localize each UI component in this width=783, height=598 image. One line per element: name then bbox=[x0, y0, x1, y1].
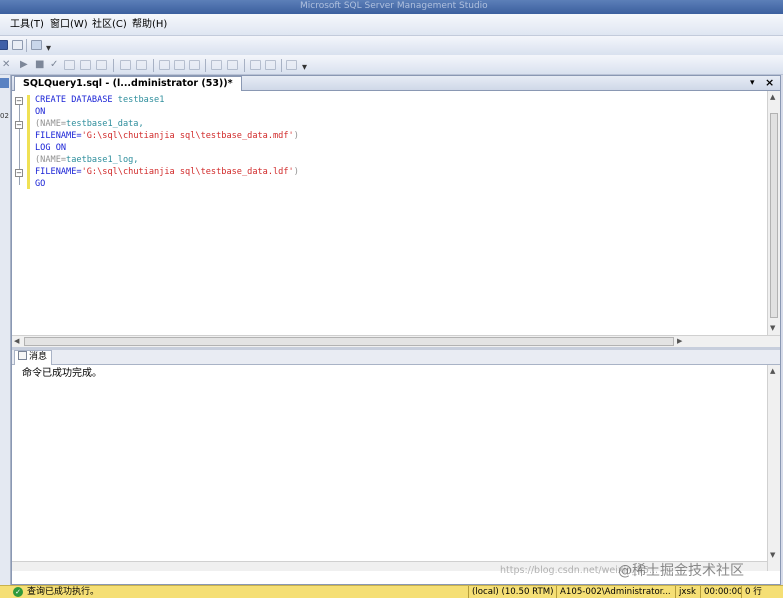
change-marker bbox=[27, 95, 30, 189]
standard-toolbar: ▾ bbox=[0, 36, 783, 55]
result-message: 命令已成功完成。 bbox=[22, 368, 102, 379]
menu-tools[interactable]: 工具(T) bbox=[10, 18, 44, 32]
cancel-query-icon[interactable]: ✕ bbox=[2, 59, 10, 71]
stop-icon[interactable]: ■ bbox=[35, 59, 44, 71]
scroll-up-icon[interactable]: ▲ bbox=[770, 367, 775, 375]
messages-vertical-scrollbar[interactable]: ▲ ▼ bbox=[767, 365, 780, 571]
scrollbar-thumb[interactable] bbox=[770, 113, 778, 318]
save-icon[interactable] bbox=[0, 40, 8, 50]
tab-dropdown-icon[interactable]: ▾ bbox=[750, 77, 755, 89]
code-line: (NAME=taetbase1_log, bbox=[35, 154, 138, 166]
status-rows: 0 行 bbox=[741, 586, 762, 598]
scrollbar-thumb[interactable] bbox=[24, 337, 674, 346]
code-token: GO bbox=[35, 179, 46, 189]
activity-monitor-icon[interactable] bbox=[31, 40, 42, 50]
code-line: GO bbox=[35, 178, 45, 190]
menu-bar: 工具(T) 窗口(W) 社区(C) 帮助(H) bbox=[0, 14, 783, 36]
toolbar-separator bbox=[205, 59, 206, 72]
code-token: taetbase1_log, bbox=[66, 155, 139, 165]
object-explorer-edge: 02 bbox=[0, 75, 11, 585]
menu-window[interactable]: 窗口(W) bbox=[50, 18, 88, 32]
tab-messages[interactable]: 消息 bbox=[14, 350, 53, 365]
code-token: FILENAME= bbox=[35, 131, 82, 141]
code-token: testbase1_data, bbox=[66, 119, 144, 129]
code-token: ON bbox=[35, 107, 46, 117]
fold-toggle-icon[interactable]: − bbox=[15, 97, 23, 105]
code-token: ) bbox=[293, 167, 299, 177]
status-server: (local) (10.50 RTM) bbox=[468, 586, 554, 598]
code-line: ON bbox=[35, 106, 45, 118]
comment-icon[interactable] bbox=[227, 60, 238, 70]
results-to-grid-icon[interactable] bbox=[189, 60, 200, 70]
watermark-brand: @稀土掘金技术社区 bbox=[618, 563, 744, 579]
status-bar: ✓ 查询已成功执行。 (local) (10.50 RTM) A105-002\… bbox=[0, 585, 783, 598]
fold-toggle-icon[interactable]: − bbox=[15, 121, 23, 129]
menu-help[interactable]: 帮助(H) bbox=[132, 18, 167, 32]
execute-icon[interactable]: ▶ bbox=[20, 59, 28, 71]
messages-icon bbox=[18, 351, 27, 360]
code-token: testbase1 bbox=[117, 95, 165, 105]
save-all-icon[interactable] bbox=[12, 40, 23, 50]
object-explorer-tab-marker[interactable] bbox=[0, 78, 9, 88]
status-database: jxsk bbox=[675, 586, 696, 598]
code-token: FILENAME= bbox=[35, 167, 82, 177]
code-line: (NAME=testbase1_data, bbox=[35, 118, 144, 130]
increase-indent-icon[interactable] bbox=[265, 60, 276, 70]
editor-vertical-scrollbar[interactable]: ▲ ▼ bbox=[767, 91, 780, 335]
results-option-icon[interactable] bbox=[64, 60, 75, 70]
toolbar-separator bbox=[281, 59, 282, 72]
editor-horizontal-scrollbar[interactable]: ◀ ▶ bbox=[12, 335, 780, 347]
code-line: FILENAME='G:\sql\chutianjia sql\testbase… bbox=[35, 130, 299, 142]
decrease-indent-icon[interactable] bbox=[250, 60, 261, 70]
tab-messages-label: 消息 bbox=[29, 352, 48, 362]
results-to-text-icon[interactable] bbox=[174, 60, 185, 70]
scroll-left-icon[interactable]: ◀ bbox=[14, 337, 19, 346]
intellisense-icon[interactable] bbox=[120, 60, 131, 70]
tab-sqlquery1[interactable]: SQLQuery1.sql - (l...dministrator (53))* bbox=[14, 76, 242, 91]
scroll-down-icon[interactable]: ▼ bbox=[770, 551, 775, 559]
estimated-plan-icon[interactable] bbox=[80, 60, 91, 70]
sql-editor[interactable]: − − − CREATE DATABASE testbase1 ON (NAME=t… bbox=[12, 91, 767, 335]
code-token: LOG ON bbox=[35, 143, 67, 153]
close-tab-icon[interactable]: × bbox=[765, 76, 774, 89]
sql-editor-toolbar: ✕ ▶ ■ ✓ ▾ bbox=[0, 55, 783, 75]
toolbar-separator bbox=[26, 39, 27, 52]
status-message: 查询已成功执行。 bbox=[27, 587, 100, 597]
status-elapsed: 00:00:00 bbox=[700, 586, 743, 598]
code-line: CREATE DATABASE testbase1 bbox=[35, 94, 164, 106]
specify-values-icon[interactable] bbox=[286, 60, 297, 70]
fold-toggle-icon[interactable]: − bbox=[15, 169, 23, 177]
toolbar-separator bbox=[244, 59, 245, 72]
object-explorer-clipped-text: 02 bbox=[0, 112, 9, 120]
client-statistics-icon[interactable] bbox=[159, 60, 170, 70]
toolbar-separator bbox=[113, 59, 114, 72]
document-tab-strip: SQLQuery1.sql - (l...dministrator (53))*… bbox=[12, 76, 780, 91]
scroll-up-icon[interactable]: ▲ bbox=[770, 93, 775, 101]
status-login: A105-002\Administrator... bbox=[556, 586, 671, 598]
toolbar-overflow-icon[interactable]: ▾ bbox=[46, 43, 51, 55]
code-line: LOG ON bbox=[35, 142, 66, 154]
scroll-right-icon[interactable]: ▶ bbox=[677, 337, 682, 346]
code-token: CREATE DATABASE bbox=[35, 95, 118, 105]
window-titlebar: Microsoft SQL Server Management Studio bbox=[0, 0, 783, 14]
toolbar-separator bbox=[153, 59, 154, 72]
success-check-icon: ✓ bbox=[13, 587, 23, 597]
code-token: ) bbox=[293, 131, 299, 141]
results-tab-strip: 消息 bbox=[12, 350, 780, 365]
actual-plan-icon[interactable] bbox=[136, 60, 147, 70]
code-line: FILENAME='G:\sql\chutianjia sql\testbase… bbox=[35, 166, 299, 178]
window-title: Microsoft SQL Server Management Studio bbox=[300, 1, 488, 11]
code-token: (NAME= bbox=[35, 155, 67, 165]
toolbar-overflow-icon[interactable]: ▾ bbox=[302, 62, 307, 74]
query-document: SQLQuery1.sql - (l...dministrator (53))*… bbox=[11, 75, 781, 585]
menu-community[interactable]: 社区(C) bbox=[92, 18, 127, 32]
results-to-file-icon[interactable] bbox=[211, 60, 222, 70]
query-options-icon[interactable] bbox=[96, 60, 107, 70]
code-token: 'G:\sql\chutianjia sql\testbase_data.ldf… bbox=[81, 167, 294, 177]
code-token: 'G:\sql\chutianjia sql\testbase_data.mdf… bbox=[81, 131, 294, 141]
code-token: (NAME= bbox=[35, 119, 67, 129]
messages-pane[interactable]: 命令已成功完成。 ▲ ▼ bbox=[12, 365, 780, 571]
scroll-down-icon[interactable]: ▼ bbox=[770, 324, 775, 332]
parse-icon[interactable]: ✓ bbox=[50, 59, 58, 71]
